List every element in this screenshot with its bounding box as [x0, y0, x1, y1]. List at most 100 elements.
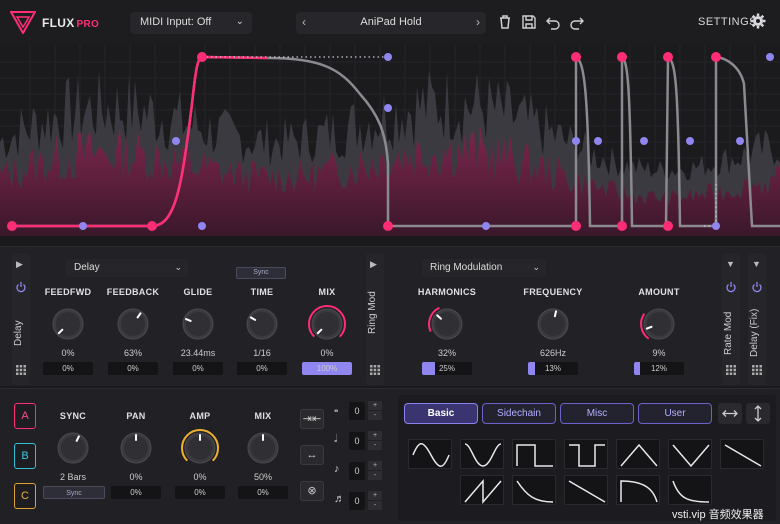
lfo-c-button[interactable]: C [14, 483, 36, 509]
waveform-shape-preset[interactable] [564, 475, 608, 505]
envelope-point[interactable] [663, 52, 673, 62]
save-icon[interactable] [520, 13, 538, 31]
delay-sync-button[interactable]: Sync [236, 267, 286, 279]
expand-horizontal-icon[interactable]: ↔ [300, 445, 324, 465]
reset-icon[interactable]: ⊗ [300, 481, 324, 501]
decrement-button[interactable]: - [368, 411, 382, 420]
knob-mod-amount[interactable]: 0% [43, 362, 93, 375]
tab-misc[interactable]: Misc [560, 403, 634, 424]
envelope-point[interactable] [571, 52, 581, 62]
waveform-shape-preset[interactable] [668, 475, 712, 505]
envelope-point[interactable] [640, 137, 648, 145]
decrement-button[interactable]: - [368, 501, 382, 510]
ring-harmonics-knob[interactable] [428, 305, 466, 343]
delay-feedback-knob[interactable] [114, 305, 152, 343]
play-arrow-icon[interactable]: ▶ [16, 259, 23, 270]
envelope-point[interactable] [594, 137, 602, 145]
trash-icon[interactable] [496, 13, 514, 31]
lfo-sync-knob[interactable] [54, 429, 92, 467]
waveform-shape-preset[interactable] [460, 475, 504, 505]
increment-button[interactable]: + [368, 461, 382, 470]
envelope-point[interactable] [147, 221, 157, 231]
envelope-point[interactable] [663, 221, 673, 231]
envelope-point[interactable] [198, 222, 206, 230]
grid-icon[interactable] [16, 365, 26, 375]
envelope-point[interactable] [172, 137, 180, 145]
lfo-amp-knob[interactable] [181, 429, 219, 467]
grid-icon[interactable] [370, 365, 380, 375]
knob-mod-amount[interactable]: 12% [634, 362, 684, 375]
next-preset-button[interactable]: › [476, 15, 480, 29]
waveform-shape-preset[interactable] [616, 475, 660, 505]
grid-icon[interactable] [752, 365, 762, 375]
lfo-mix-knob[interactable] [244, 429, 282, 467]
flip-vertical-icon[interactable] [746, 403, 770, 424]
preset-selector[interactable]: ‹ AniPad Hold › [296, 12, 486, 34]
envelope-point[interactable] [482, 222, 490, 230]
ring-amount-knob[interactable] [640, 305, 678, 343]
ring-type-dropdown[interactable]: Ring Modulation ⌄ [422, 259, 546, 277]
envelope-point[interactable] [7, 221, 17, 231]
knob-mod-amount[interactable]: 0% [175, 486, 225, 499]
dropdown-arrow-icon[interactable]: ▼ [752, 259, 761, 269]
envelope-point[interactable] [571, 221, 581, 231]
decrement-button[interactable]: - [368, 441, 382, 450]
tab-user[interactable]: User [638, 403, 712, 424]
prev-preset-button[interactable]: ‹ [302, 15, 306, 29]
delay-feedfwd-knob[interactable] [49, 305, 87, 343]
knob-mod-amount[interactable]: 0% [108, 362, 158, 375]
note-value[interactable]: 0 [349, 432, 365, 450]
power-icon[interactable] [725, 281, 737, 293]
waveform-shape-preset[interactable] [720, 439, 764, 469]
flip-horizontal-icon[interactable] [718, 403, 742, 424]
midi-input-dropdown[interactable]: MIDI Input: Off ⌄ [130, 12, 252, 34]
knob-mod-amount[interactable]: Sync [43, 486, 105, 499]
waveform-shape-preset[interactable] [460, 439, 504, 469]
power-icon[interactable] [15, 281, 27, 293]
knob-mod-amount[interactable]: 25% [422, 362, 472, 375]
waveform-shape-preset[interactable] [512, 439, 556, 469]
envelope-point[interactable] [736, 137, 744, 145]
waveform-shape-preset[interactable] [668, 439, 712, 469]
envelope-point[interactable] [383, 221, 393, 231]
envelope-point[interactable] [712, 222, 720, 230]
envelope-editor[interactable] [0, 44, 780, 236]
knob-mod-amount[interactable]: 0% [111, 486, 161, 499]
envelope-point[interactable] [384, 104, 392, 112]
delay-glide-knob[interactable] [179, 305, 217, 343]
power-icon[interactable] [751, 281, 763, 293]
lfo-pan-knob[interactable] [117, 429, 155, 467]
note-value[interactable]: 0 [349, 402, 365, 420]
envelope-canvas[interactable] [0, 44, 780, 236]
waveform-shape-preset[interactable] [512, 475, 556, 505]
dropdown-arrow-icon[interactable]: ▼ [726, 259, 735, 269]
envelope-point[interactable] [617, 221, 627, 231]
delay-type-dropdown[interactable]: Delay ⌄ [66, 259, 188, 277]
increment-button[interactable]: + [368, 491, 382, 500]
compress-icon[interactable]: ⇥⇤ [300, 409, 324, 429]
settings-button[interactable]: SETTINGS [698, 16, 757, 28]
knob-mod-amount[interactable]: 0% [238, 486, 288, 499]
knob-mod-amount[interactable]: 0% [173, 362, 223, 375]
envelope-point[interactable] [766, 53, 774, 61]
note-value[interactable]: 0 [349, 492, 365, 510]
tab-basic[interactable]: Basic [404, 403, 478, 424]
waveform-shape-preset[interactable] [616, 439, 660, 469]
ring-frequency-knob[interactable] [534, 305, 572, 343]
note-value[interactable]: 0 [349, 462, 365, 480]
envelope-point[interactable] [79, 222, 87, 230]
lfo-a-button[interactable]: A [14, 403, 36, 429]
grid-icon[interactable] [726, 365, 736, 375]
envelope-point[interactable] [686, 137, 694, 145]
envelope-point[interactable] [384, 53, 392, 61]
redo-icon[interactable] [568, 13, 586, 31]
increment-button[interactable]: + [368, 401, 382, 410]
knob-mod-amount[interactable]: 13% [528, 362, 578, 375]
gear-icon[interactable] [750, 13, 766, 29]
envelope-point[interactable] [711, 52, 721, 62]
envelope-point[interactable] [572, 137, 580, 145]
increment-button[interactable]: + [368, 431, 382, 440]
knob-mod-amount[interactable]: 0% [237, 362, 287, 375]
play-arrow-icon[interactable]: ▶ [370, 259, 377, 270]
tab-sidechain[interactable]: Sidechain [482, 403, 556, 424]
